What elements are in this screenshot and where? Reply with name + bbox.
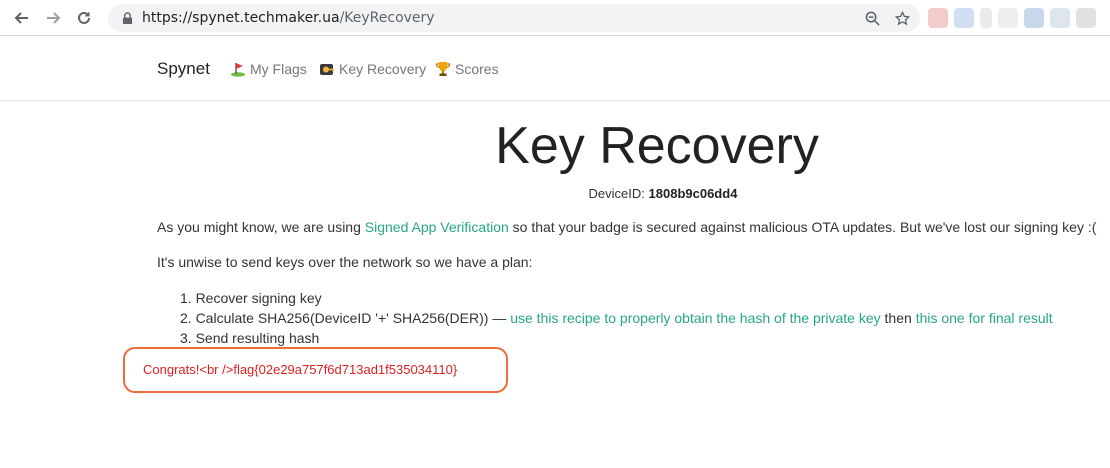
step-2-middle: then (880, 310, 916, 326)
step-2: 2. Calculate SHA256(DeviceID '+' SHA256(… (180, 308, 1053, 328)
nav-key-recovery[interactable]: Key Recovery (319, 61, 426, 77)
extensions-area (928, 8, 1096, 28)
extension-icon[interactable] (928, 8, 948, 28)
intro-suffix: so that your badge is secured against ma… (508, 219, 1097, 235)
step-3: 3. Send resulting hash (180, 330, 320, 346)
reload-icon (78, 11, 90, 24)
intro-paragraph: As you might know, we are using Signed A… (157, 219, 1096, 235)
key-badge-icon (319, 61, 335, 77)
intro-prefix: As you might know, we are using (157, 219, 365, 235)
back-arrow-icon (14, 11, 28, 24)
page-title: Key Recovery (495, 117, 819, 175)
lock-icon (120, 11, 134, 25)
trophy-icon (435, 61, 451, 77)
extension-icon[interactable] (954, 8, 974, 28)
forward-arrow-icon (47, 11, 61, 24)
reload-button[interactable] (70, 4, 98, 32)
extension-icon[interactable] (980, 8, 992, 28)
signed-app-verification-link[interactable]: Signed App Verification (365, 219, 509, 235)
hash-recipe-link[interactable]: use this recipe to properly obtain the h… (510, 310, 880, 326)
step-2-prefix: 2. Calculate SHA256(DeviceID '+' SHA256(… (180, 310, 511, 326)
bookmark-star-icon[interactable] (892, 8, 912, 28)
device-id-line: DeviceID: 1808b9c06dd4 (0, 186, 1110, 201)
device-id-label: DeviceID: (588, 186, 645, 201)
extension-icon[interactable] (1024, 8, 1044, 28)
url-path: /KeyRecovery (339, 10, 435, 26)
extension-icon[interactable] (1050, 8, 1070, 28)
forward-button[interactable] (39, 4, 67, 32)
site-navbar: Spynet My Flags Key Recovery Scores (0, 37, 1110, 101)
brand-link[interactable]: Spynet (157, 59, 210, 79)
extension-icon[interactable] (1076, 8, 1096, 28)
nav-scores[interactable]: Scores (435, 61, 499, 77)
url-host: https://spynet.techmaker.ua (142, 10, 340, 26)
step-1: 1. Recover signing key (180, 290, 322, 306)
zoom-icon[interactable] (862, 8, 882, 28)
result-message: Congrats!<br />flag{02e29a757f6d713ad1f5… (143, 362, 458, 377)
extension-icon[interactable] (998, 8, 1018, 28)
nav-my-flags[interactable]: My Flags (230, 61, 307, 77)
url-text: https://spynet.techmaker.ua/KeyRecovery (142, 10, 435, 26)
final-result-link[interactable]: this one for final result (916, 310, 1053, 326)
back-button[interactable] (8, 4, 36, 32)
golf-flag-icon (230, 61, 246, 77)
nav-scores-label: Scores (455, 61, 499, 77)
nav-key-recovery-label: Key Recovery (339, 61, 427, 77)
device-id-value: 1808b9c06dd4 (648, 186, 738, 201)
steps-list: 1. Recover signing key 2. Calculate SHA2… (180, 288, 1053, 348)
plan-paragraph: It's unwise to send keys over the networ… (157, 254, 533, 270)
browser-toolbar: https://spynet.techmaker.ua/KeyRecovery (0, 0, 1110, 36)
nav-my-flags-label: My Flags (250, 61, 307, 77)
address-bar[interactable]: https://spynet.techmaker.ua/KeyRecovery (108, 4, 920, 32)
